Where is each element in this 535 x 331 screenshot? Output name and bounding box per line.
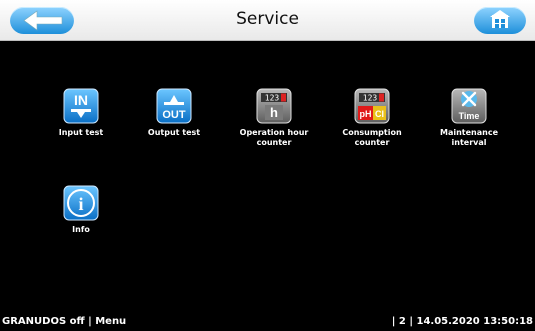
input-test-icon: IN: [63, 88, 99, 124]
consumption-counter-icon: 123 pH Cl: [354, 88, 390, 124]
input-test-button[interactable]: IN Input test: [41, 88, 121, 138]
maintenance-interval-icon: Time: [451, 88, 487, 124]
output-test-icon: OUT: [156, 88, 192, 124]
info-label: Info: [72, 225, 90, 234]
maintenance-interval-label: Maintenance interval: [439, 128, 498, 147]
status-left: GRANUDOS off | Menu: [2, 316, 127, 327]
operation-hour-counter-icon: 123 h: [256, 88, 292, 124]
home-icon: [490, 10, 510, 28]
operation-hour-counter-label: Operation hour counter: [239, 128, 309, 147]
svg-text:IN: IN: [74, 92, 88, 108]
output-test-button[interactable]: OUT Output test: [134, 88, 214, 138]
svg-text:123: 123: [363, 94, 378, 103]
output-test-label: Output test: [147, 128, 201, 137]
svg-text:Time: Time: [459, 111, 480, 121]
status-bar: GRANUDOS off | Menu | 2 | 14.05.2020 13:…: [0, 313, 535, 331]
status-right: | 2 | 14.05.2020 13:50:18: [391, 316, 533, 327]
consumption-counter-button[interactable]: 123 pH Cl Consumption counter: [332, 88, 412, 148]
svg-text:h: h: [270, 105, 278, 120]
svg-text:Cl: Cl: [375, 109, 384, 119]
page-title: Service: [236, 9, 299, 29]
maintenance-interval-button[interactable]: Time Maintenance interval: [429, 88, 509, 148]
svg-text:OUT: OUT: [162, 109, 186, 121]
svg-text:pH: pH: [360, 109, 372, 119]
title-bar: Service: [0, 0, 535, 41]
input-test-label: Input test: [58, 128, 104, 137]
operation-hour-counter-button[interactable]: 123 h Operation hour counter: [234, 88, 314, 148]
svg-text:i: i: [78, 194, 83, 214]
svg-text:123: 123: [265, 94, 280, 103]
consumption-counter-label: Consumption counter: [342, 128, 402, 147]
home-button[interactable]: [474, 7, 526, 34]
info-icon: i: [63, 185, 99, 221]
info-button[interactable]: i Info: [41, 185, 121, 235]
